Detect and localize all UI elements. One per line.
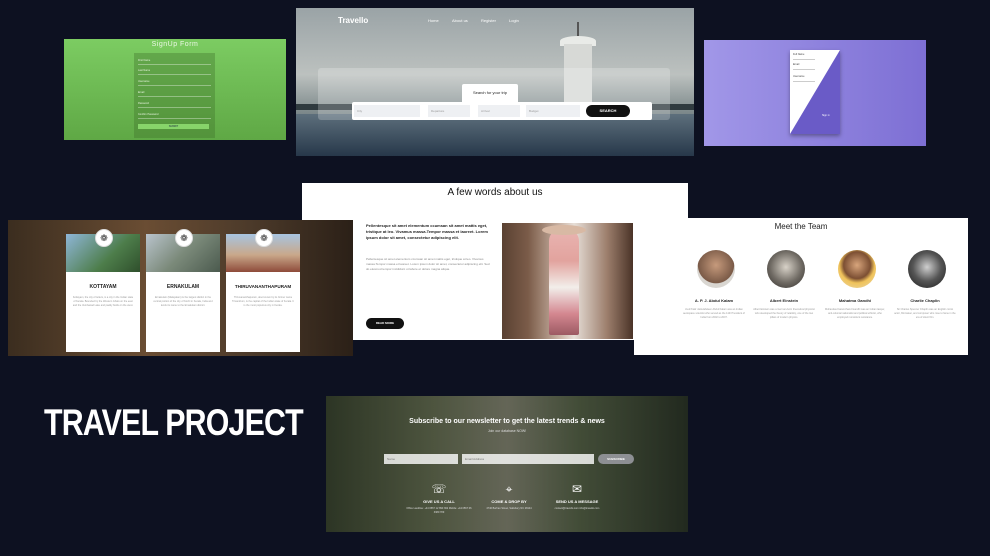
email-field[interactable]: Email (138, 91, 211, 97)
signup-form-preview: SignUp Form First Name Last Name Usernam… (64, 39, 286, 140)
destination-desc: Thiruvananthapuram, also known by its fo… (232, 296, 294, 307)
full-name-label: Full Name (793, 53, 805, 56)
full-name-field[interactable] (793, 59, 815, 60)
nav-login[interactable]: Login (509, 18, 519, 23)
destination-card[interactable]: ❁ ERNAKULAM Ernakulam (Malayalam) is the… (146, 229, 220, 352)
page-title: TRAVEL PROJECT (44, 402, 304, 443)
member-name: Mahatma Gandhi (838, 298, 872, 303)
contact-label: GIVE US A CALL (423, 499, 455, 504)
contact-text: 4746 Burhan Street, Salisbury NC 28144 (486, 507, 532, 510)
signup-heading: SignUp Form (151, 41, 199, 48)
arrival-input[interactable]: Arrival (478, 105, 520, 117)
password-field[interactable]: Password (138, 102, 211, 108)
member-desc: Sir Charles Spencer Chaplin was an Engli… (894, 308, 956, 319)
travello-hero-preview: Travello Home About us Register Login Se… (296, 8, 694, 156)
contact-label: COME & DROP BY (491, 499, 527, 504)
username-label: Username (793, 75, 805, 78)
nav-register[interactable]: Register (481, 18, 496, 23)
avatar (908, 250, 946, 288)
member-name: Albert Einstein (769, 298, 799, 303)
mail-icon: ✉ (571, 482, 583, 496)
email-label: Email (793, 63, 800, 66)
lotus-icon: ❁ (175, 229, 193, 247)
destination-name: ERNAKULAM (166, 284, 200, 290)
departure-input[interactable]: Departure (428, 105, 470, 117)
contact-message: ✉ SEND US A MESSAGE contact@travello.com… (542, 482, 612, 511)
city-input[interactable]: City (354, 105, 420, 117)
lotus-icon: ❁ (255, 229, 273, 247)
destination-desc: Kottayam, the city of letters, is a city… (72, 296, 134, 307)
member-name: Charlie Chaplin (910, 298, 940, 303)
email-input[interactable]: Email Address (462, 454, 594, 464)
login-card: Full Name Email Username Sign in (790, 50, 840, 134)
destination-desc: Ernakulam (Malayalam) is the largest dis… (153, 296, 213, 307)
avatar (838, 250, 876, 288)
avatar (767, 250, 805, 288)
nav-home[interactable]: Home (428, 18, 439, 23)
newsletter-preview: Subscribe to our newsletter to get the l… (326, 396, 688, 532)
about-photo-person (549, 229, 579, 335)
about-paragraph: Pellentesque sit amet elementum ccumsan … (366, 257, 490, 271)
member-name: A. P. J. Abdul Kalam (694, 298, 734, 303)
username-field[interactable]: Username (138, 80, 211, 86)
about-intro: Pellentesque sit amet elementum ccumsan … (366, 223, 488, 240)
team-section-preview: Meet the Team A. P. J. Abdul Kalam Avul … (634, 218, 968, 355)
about-section-preview: A few words about us Pellentesque sit am… (302, 183, 688, 340)
about-heading: A few words about us (447, 187, 543, 198)
member-desc: Mohandas Karamchand Gandhi was an Indian… (825, 308, 885, 319)
subscribe-button[interactable]: SUBSCRIBE (598, 454, 634, 464)
nav-about[interactable]: About us (452, 18, 468, 23)
email-field[interactable] (793, 69, 815, 70)
confirm-password-field[interactable]: Confirm Password (138, 113, 211, 119)
budget-input[interactable]: Budget (526, 105, 580, 117)
contact-label: SEND US A MESSAGE (555, 499, 599, 504)
newsletter-heading: Subscribe to our newsletter to get the l… (409, 418, 605, 425)
destination-card[interactable]: ❁ KOTTAYAM Kottayam, the city of letters… (66, 229, 140, 352)
username-field[interactable] (793, 81, 815, 82)
team-heading: Meet the Team (774, 222, 828, 231)
phone-icon: ☏ (431, 482, 447, 496)
last-name-field[interactable]: Last Name (138, 69, 211, 75)
first-name-field[interactable]: First Name (138, 59, 211, 65)
sea-background (296, 114, 694, 156)
travello-logo[interactable]: Travello (338, 16, 368, 25)
contact-call: ☏ GIVE US A CALL Office Landline: +44 05… (404, 482, 474, 515)
search-button[interactable]: SEARCH (586, 105, 630, 117)
location-icon: ⌖ (505, 482, 513, 496)
purple-form-preview: Full Name Email Username Sign in (704, 40, 926, 146)
contact-text: contact@travello.com info@travello.com (554, 507, 600, 510)
member-desc: Avul Pakir Jainulabdeen Abdul Kalam was … (683, 308, 745, 319)
about-photo-hat (542, 225, 586, 235)
name-input[interactable]: Name (384, 454, 458, 464)
submit-button[interactable]: SUBMIT (138, 124, 209, 129)
contact-text: Office Landline: +44 0567 12 890 362 Mob… (406, 507, 472, 514)
search-title: Search for your trip (462, 84, 518, 102)
member-desc: Albert Einstein was a German-born theore… (753, 308, 815, 319)
destination-name: THIRUVANANTHAPURAM (234, 284, 292, 289)
signup-form: First Name Last Name Username Email Pass… (134, 53, 215, 138)
avatar (697, 250, 735, 288)
newsletter-subtitle: Join our database NOW! (487, 429, 527, 433)
search-bar: City Departure Arrival Budget SEARCH (352, 102, 652, 120)
destination-name: KOTTAYAM (89, 284, 117, 290)
contact-visit: ⌖ COME & DROP BY 4746 Burhan Street, Sal… (474, 482, 544, 511)
read-more-button[interactable]: READ MORE (366, 318, 404, 329)
newsletter-overlay (326, 396, 688, 532)
destinations-preview: ❁ KOTTAYAM Kottayam, the city of letters… (8, 220, 353, 356)
sign-in-link[interactable]: Sign in (822, 114, 830, 117)
destination-card[interactable]: ❁ THIRUVANANTHAPURAM Thiruvananthapuram,… (226, 229, 300, 352)
lotus-icon: ❁ (95, 229, 113, 247)
